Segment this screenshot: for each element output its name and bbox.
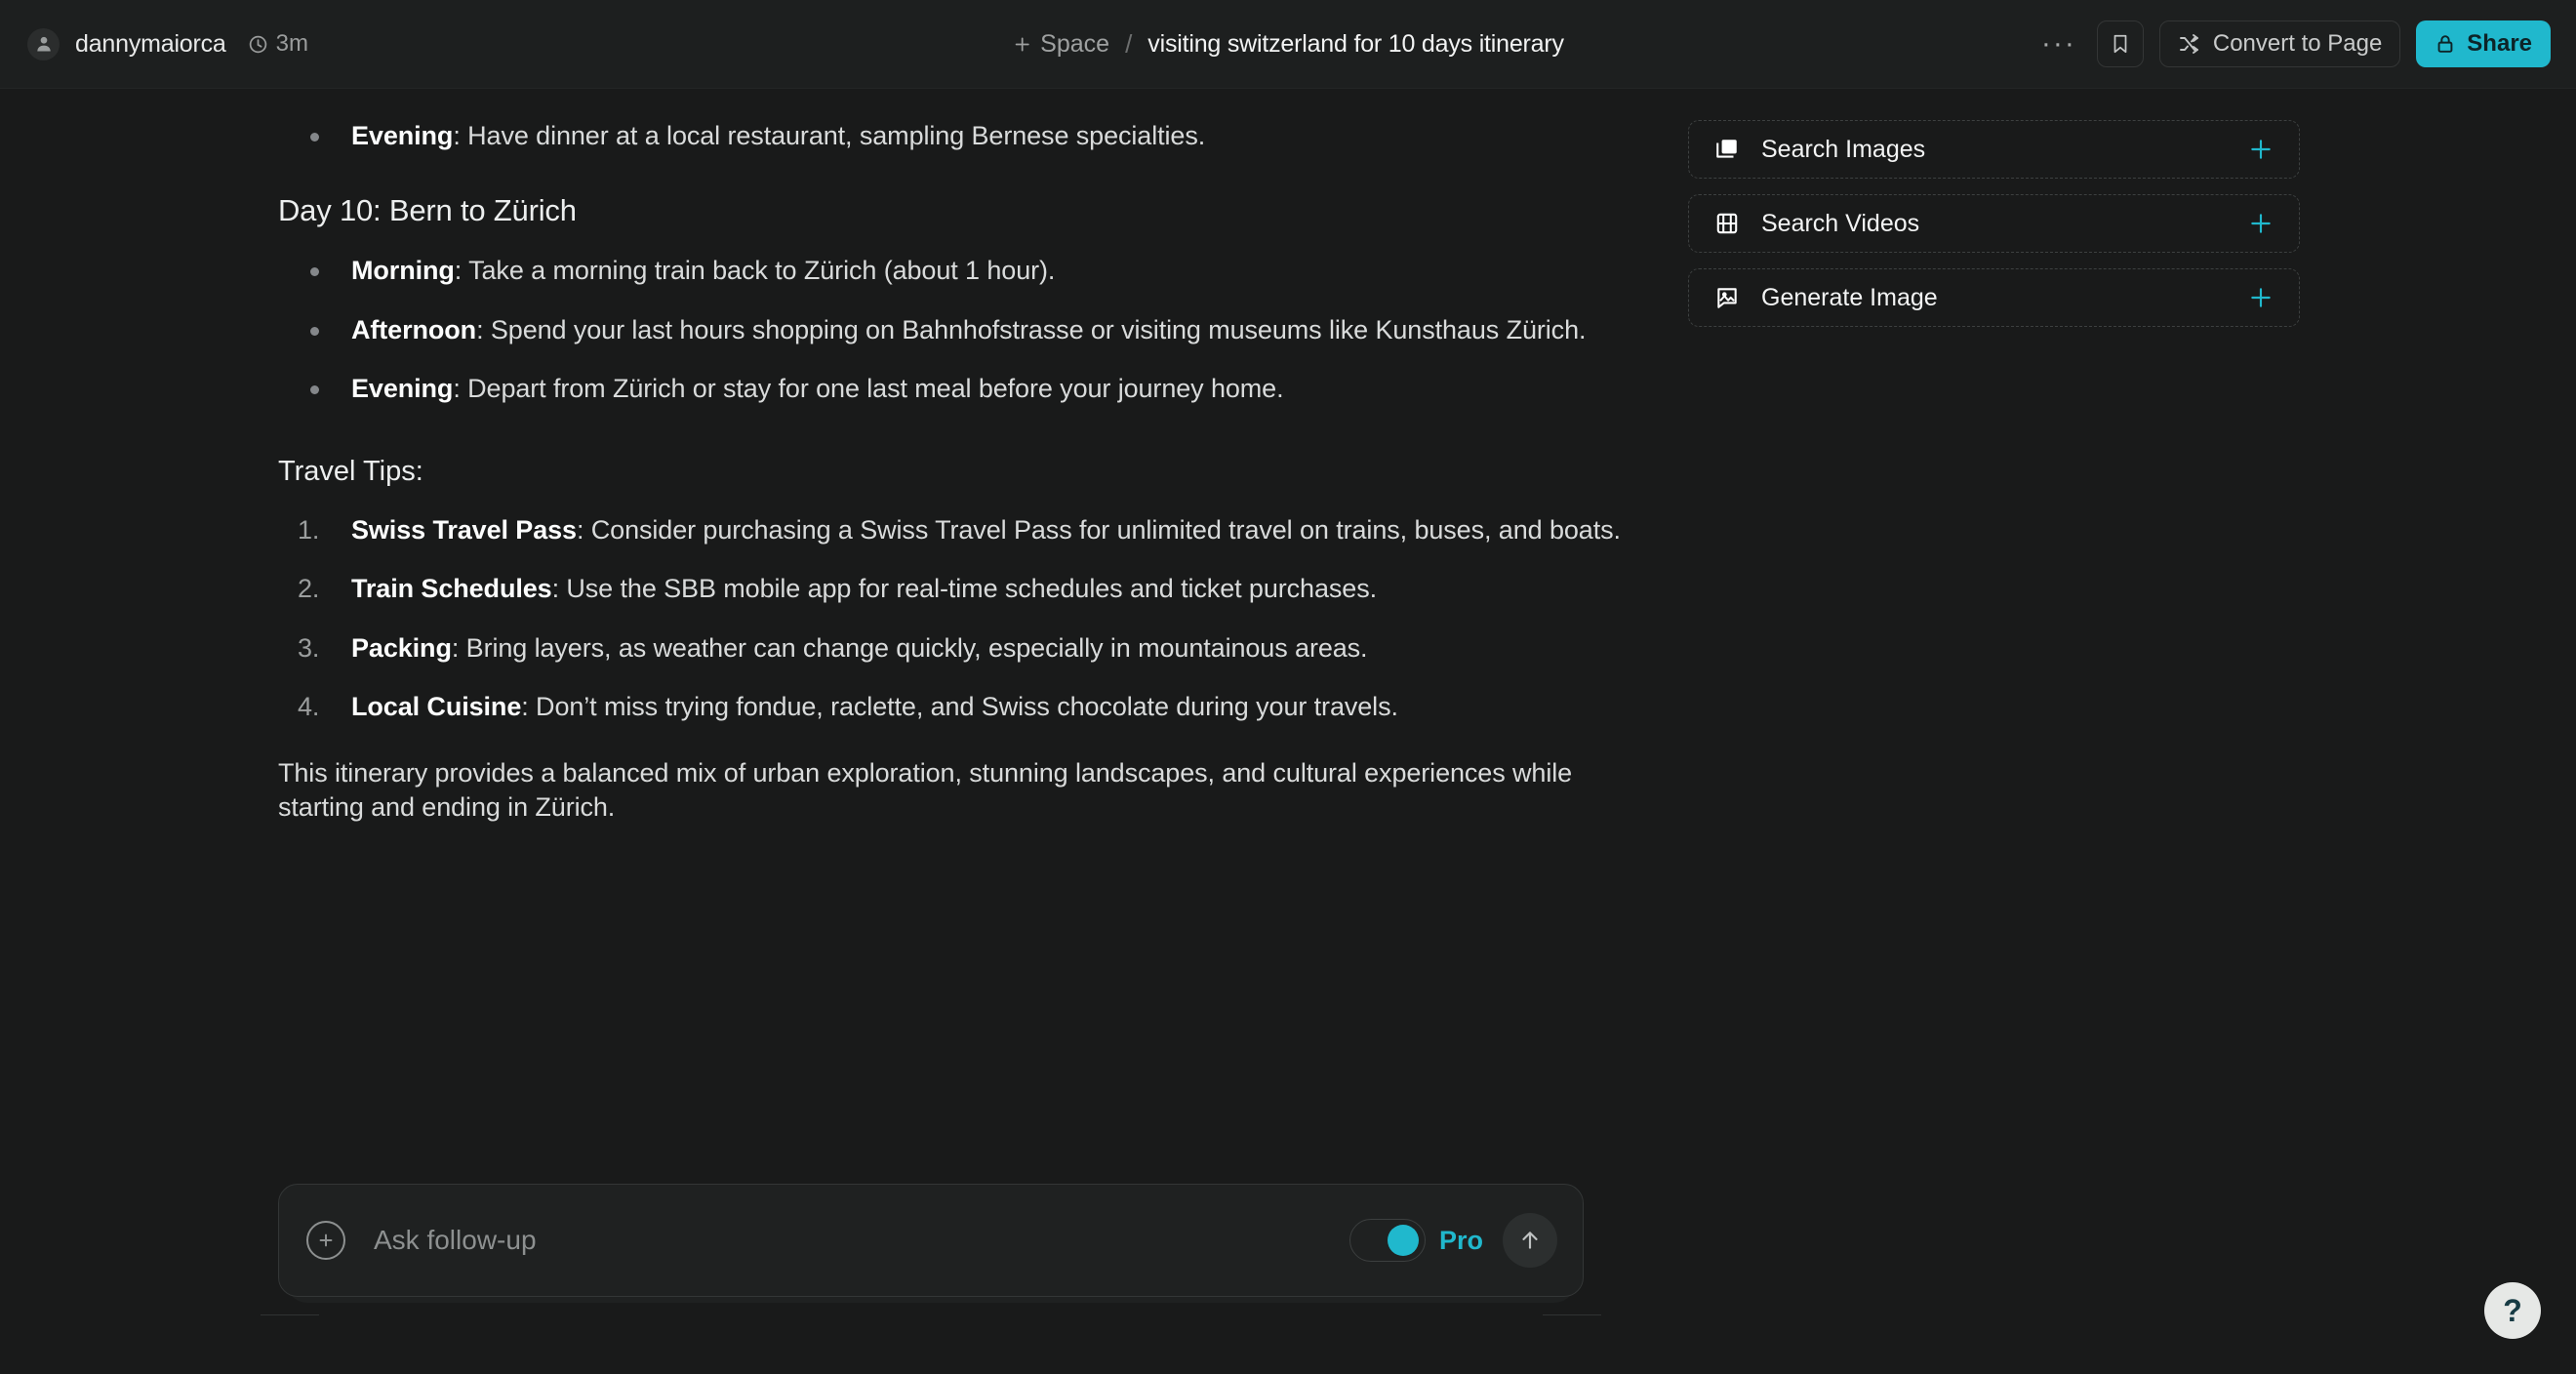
- submit-button[interactable]: [1503, 1213, 1557, 1268]
- closing-paragraph: This itinerary provides a balanced mix o…: [278, 756, 1576, 824]
- list-item: Evening: Depart from Zürich or stay for …: [278, 372, 1659, 405]
- followup-composer: Pro: [278, 1184, 1584, 1297]
- share-button[interactable]: Share: [2416, 20, 2551, 67]
- avatar[interactable]: [27, 28, 60, 61]
- convert-label: Convert to Page: [2213, 30, 2382, 58]
- plus-icon[interactable]: [2246, 283, 2275, 312]
- list-item-label: Packing: [351, 633, 452, 663]
- list-item-text: : Depart from Zürich or stay for one las…: [453, 374, 1283, 403]
- list-item: Afternoon: Spend your last hours shoppin…: [278, 313, 1659, 346]
- bookmark-button[interactable]: [2097, 20, 2144, 67]
- list-item-label: Swiss Travel Pass: [351, 515, 577, 545]
- app-header: dannymaiorca 3m Space / visiting switzer…: [0, 0, 2576, 89]
- header-actions: ··· Convert to Page: [2036, 20, 2551, 67]
- composer-box[interactable]: Pro: [278, 1184, 1584, 1297]
- plus-icon[interactable]: [2246, 209, 2275, 238]
- list-item-text: : Spend your last hours shopping on Bahn…: [476, 315, 1586, 344]
- list-item-label: Local Cuisine: [351, 692, 521, 721]
- plus-circle-icon[interactable]: [306, 1221, 345, 1260]
- image-icon: [1712, 135, 1742, 164]
- bookmark-icon: [2110, 33, 2131, 55]
- search-images-label: Search Images: [1761, 136, 2246, 164]
- help-button[interactable]: ?: [2484, 1282, 2541, 1339]
- list-item-text: : Take a morning train back to Zürich (a…: [455, 256, 1056, 285]
- composer-divider-left: [261, 1314, 319, 1315]
- list-item-label: Evening: [351, 374, 453, 403]
- time-label: 3m: [276, 30, 308, 58]
- convert-to-page-button[interactable]: Convert to Page: [2159, 20, 2400, 67]
- film-icon: [1712, 209, 1742, 238]
- search-videos-card[interactable]: Search Videos: [1688, 194, 2300, 253]
- list-item-label: Afternoon: [351, 315, 476, 344]
- list-item: Morning: Take a morning train back to Zü…: [278, 254, 1659, 287]
- previous-day-list: Evening: Have dinner at a local restaura…: [278, 119, 1659, 152]
- toggle-knob: [1388, 1225, 1419, 1256]
- person-icon: [34, 34, 54, 54]
- travel-tips-list: 1. Swiss Travel Pass: Consider purchasin…: [278, 513, 1659, 723]
- perplexity-thread-page: dannymaiorca 3m Space / visiting switzer…: [0, 0, 2576, 1374]
- answer-body: tower and Bear Park. Evening: Have dinne…: [0, 0, 1659, 824]
- plus-icon[interactable]: [2246, 135, 2275, 164]
- list-item-number: 3.: [298, 631, 319, 665]
- search-input[interactable]: [374, 1225, 1349, 1256]
- add-to-space-button[interactable]: Space: [1012, 30, 1109, 59]
- search-images-card[interactable]: Search Images: [1688, 120, 2300, 179]
- page-title: visiting switzerland for 10 days itinera…: [1147, 30, 1564, 59]
- header-user-area: dannymaiorca 3m: [0, 28, 308, 61]
- list-item-text: : Have dinner at a local restaurant, sam…: [453, 121, 1205, 150]
- composer-divider-right: [1543, 1314, 1601, 1315]
- plus-icon: [1012, 34, 1032, 55]
- list-item-label: Morning: [351, 256, 455, 285]
- list-item: 1. Swiss Travel Pass: Consider purchasin…: [278, 513, 1659, 546]
- list-item-text: : Don’t miss trying fondue, raclette, an…: [521, 692, 1398, 721]
- search-videos-label: Search Videos: [1761, 210, 2246, 238]
- pro-toggle[interactable]: [1349, 1219, 1426, 1262]
- more-options-button[interactable]: ···: [2036, 21, 2081, 66]
- list-item-label: Evening: [351, 121, 453, 150]
- timestamp: 3m: [248, 30, 308, 58]
- travel-tips-heading: Travel Tips:: [278, 456, 1659, 488]
- clock-icon: [248, 34, 268, 55]
- space-label: Space: [1040, 30, 1109, 59]
- breadcrumb: Space / visiting switzerland for 10 days…: [1012, 29, 1564, 60]
- list-item-label: Train Schedules: [351, 574, 552, 603]
- image-generate-icon: [1712, 283, 1742, 312]
- lock-icon: [2435, 33, 2456, 55]
- list-item-number: 4.: [298, 690, 319, 723]
- list-item: 3. Packing: Bring layers, as weather can…: [278, 631, 1659, 665]
- day-10-list: Morning: Take a morning train back to Zü…: [278, 254, 1659, 405]
- list-item-text: : Consider purchasing a Swiss Travel Pas…: [577, 515, 1621, 545]
- media-actions-rail: Search Images Search Videos: [1688, 120, 2300, 327]
- day-heading: Day 10: Bern to Zürich: [278, 193, 1659, 228]
- list-item-number: 2.: [298, 572, 319, 605]
- pro-label: Pro: [1439, 1226, 1483, 1256]
- username-label: dannymaiorca: [75, 30, 226, 59]
- arrow-up-icon: [1517, 1228, 1543, 1253]
- list-item: Evening: Have dinner at a local restaura…: [278, 119, 1659, 152]
- shuffle-icon: [2178, 32, 2201, 56]
- list-item: 4. Local Cuisine: Don’t miss trying fond…: [278, 690, 1659, 723]
- list-item-text: : Use the SBB mobile app for real-time s…: [552, 574, 1377, 603]
- list-item-number: 1.: [298, 513, 319, 546]
- generate-image-card[interactable]: Generate Image: [1688, 268, 2300, 327]
- list-item: 2. Train Schedules: Use the SBB mobile a…: [278, 572, 1659, 605]
- generate-image-label: Generate Image: [1761, 284, 2246, 312]
- share-label: Share: [2467, 30, 2532, 58]
- breadcrumb-separator: /: [1123, 29, 1134, 60]
- list-item-text: : Bring layers, as weather can change qu…: [452, 633, 1368, 663]
